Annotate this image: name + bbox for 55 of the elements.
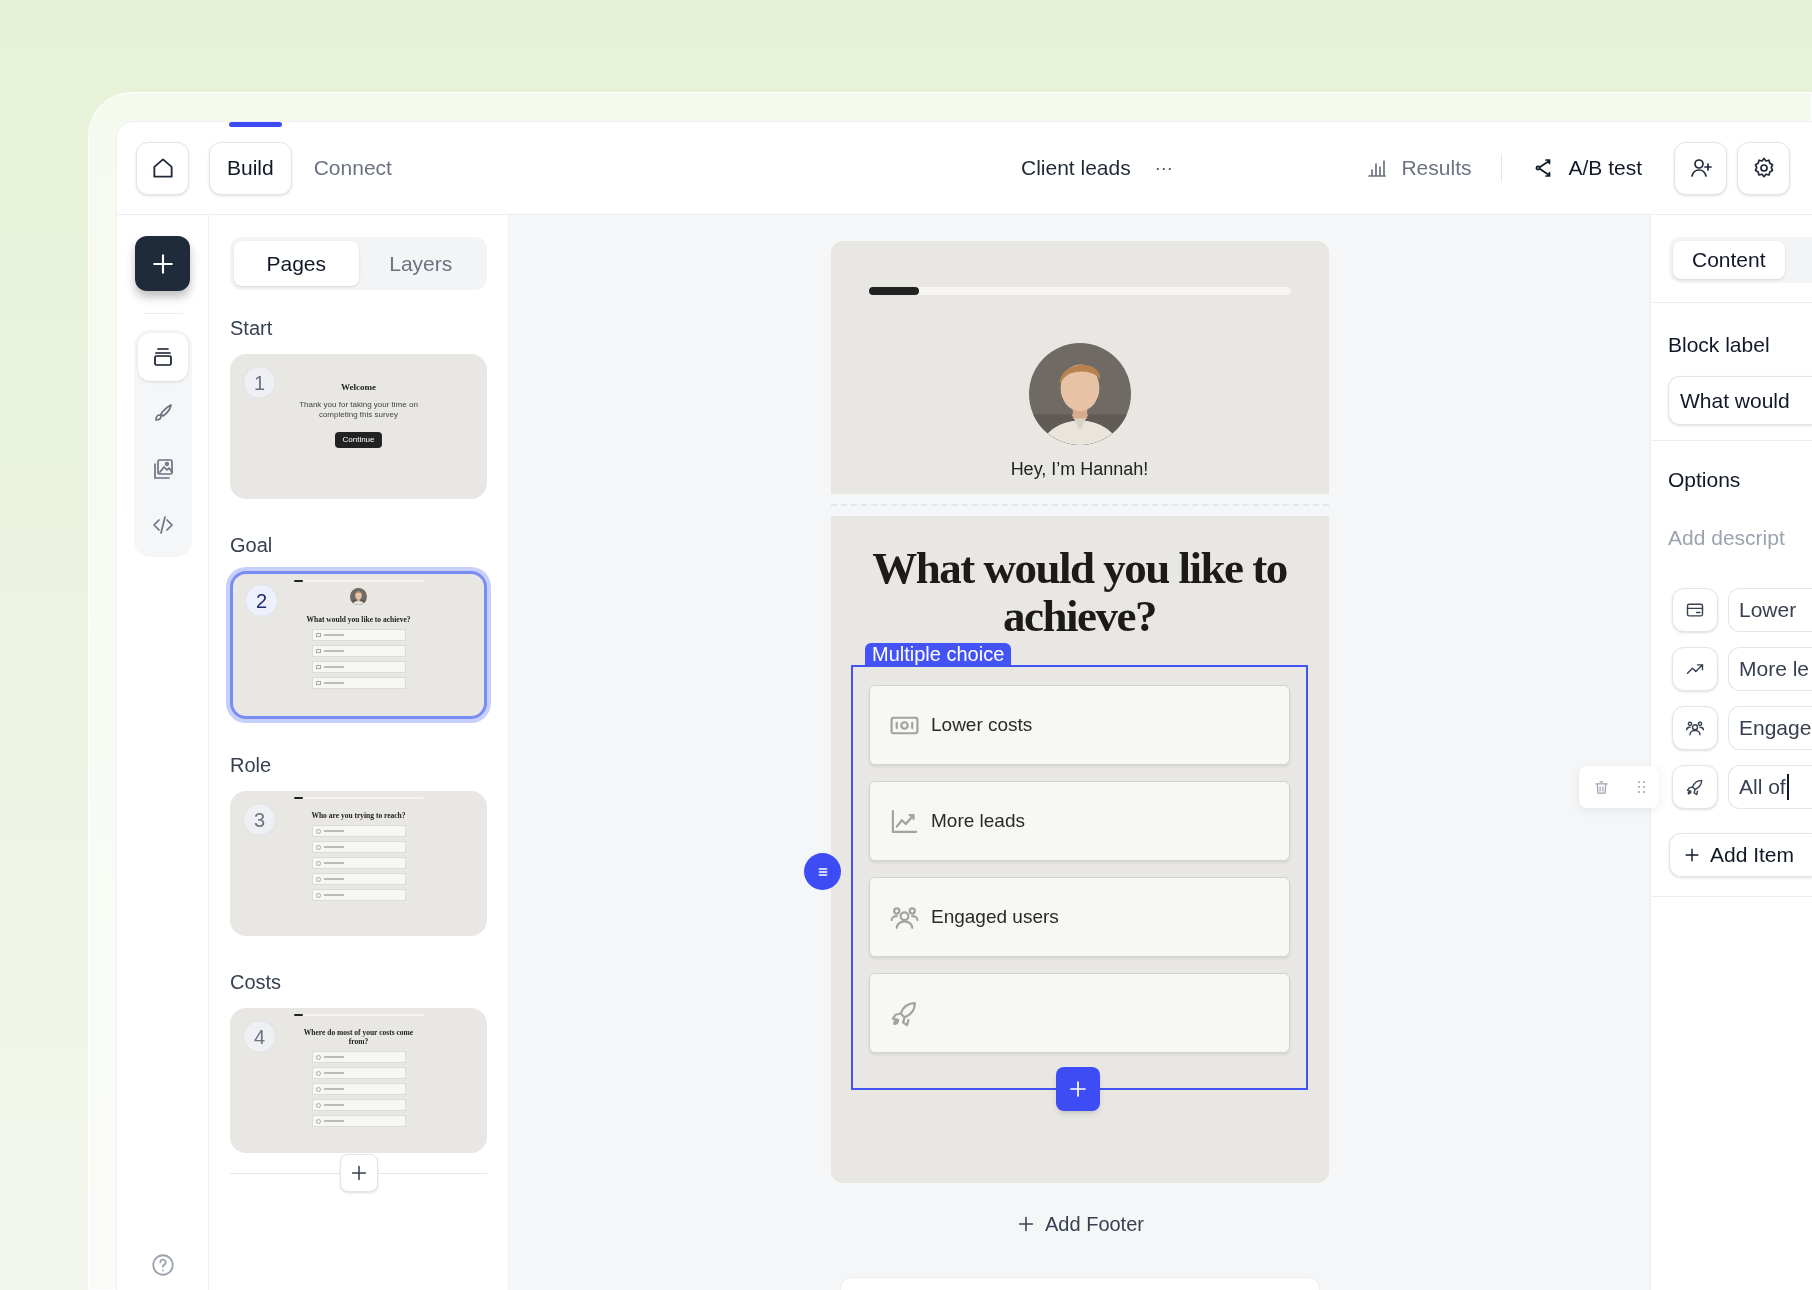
section-label: Role — [230, 753, 273, 778]
tab[interactable]: Content — [1673, 241, 1785, 279]
form-title: Client leads — [1021, 155, 1131, 182]
add-item-button[interactable]: Add Item — [1669, 833, 1812, 877]
thumbnail-heading: Welcome — [341, 381, 376, 394]
block-type-tag: Multiple choice — [865, 643, 1012, 665]
trash-icon — [1593, 778, 1610, 796]
option-input[interactable]: More le — [1728, 647, 1812, 691]
home-button[interactable] — [136, 141, 189, 195]
thumbnail-text: Thank you for taking your time on completing this survey — [298, 399, 419, 420]
ab-test-button[interactable]: A/B test — [1528, 152, 1646, 184]
question-heading: What would you like to achieve? — [871, 544, 1288, 640]
rail-tool[interactable] — [137, 333, 188, 381]
help-button[interactable] — [149, 1252, 176, 1278]
tab[interactable]: Connect — [293, 141, 412, 195]
help-icon — [149, 1252, 176, 1278]
choice-option[interactable]: More leads — [869, 781, 1290, 861]
person-add-icon — [1688, 156, 1713, 180]
drag-handle[interactable] — [804, 853, 841, 890]
thumbnail-button: Continue — [335, 431, 382, 448]
add-option-button[interactable] — [1056, 1067, 1100, 1111]
option-input[interactable]: All of — [1728, 765, 1812, 809]
results-button[interactable]: Results — [1361, 152, 1476, 184]
icon-picker-button[interactable] — [1672, 588, 1718, 632]
section-label: Costs — [230, 970, 283, 995]
option-input[interactable]: Lower — [1728, 588, 1812, 632]
section-title: Options — [1668, 468, 1742, 492]
add-page-button[interactable] — [339, 1154, 378, 1192]
page-number: 2 — [245, 584, 278, 617]
card-icon — [1685, 600, 1705, 620]
code-icon — [150, 513, 175, 537]
option-input[interactable]: Engage — [1728, 706, 1812, 750]
choice-option[interactable]: Engaged users — [869, 877, 1290, 957]
icon-picker-button[interactable] — [1672, 765, 1718, 809]
share-user-button[interactable] — [1674, 141, 1727, 195]
tab[interactable]: Layers — [358, 241, 483, 286]
rocket-icon — [1685, 777, 1705, 797]
input-field[interactable]: What would — [1668, 376, 1812, 425]
section-label: Start — [230, 316, 274, 341]
tab[interactable]: Pages — [234, 241, 359, 286]
settings-button[interactable] — [1737, 141, 1790, 195]
tab[interactable]: Build — [209, 141, 292, 195]
page-number: 3 — [243, 803, 276, 836]
add-footer-button[interactable]: Add Footer — [1015, 1209, 1144, 1239]
field-label: Block label — [1668, 333, 1771, 357]
section-label: Goal — [230, 533, 274, 558]
more-button[interactable]: ··· — [1150, 154, 1177, 182]
tab-indicator — [229, 122, 282, 127]
choice-option[interactable]: Lower costs — [869, 685, 1290, 765]
add-block-button[interactable] — [135, 236, 190, 291]
page-number: 1 — [243, 366, 276, 399]
icon-picker-button[interactable] — [1672, 706, 1718, 750]
page-number: 4 — [243, 1020, 276, 1053]
host-caption: Hey, I’m Hannah! — [1010, 458, 1149, 481]
page-thumbnail[interactable]: 1 Welcome Thank you for taking your time on completing this survey Continue — [230, 354, 487, 499]
